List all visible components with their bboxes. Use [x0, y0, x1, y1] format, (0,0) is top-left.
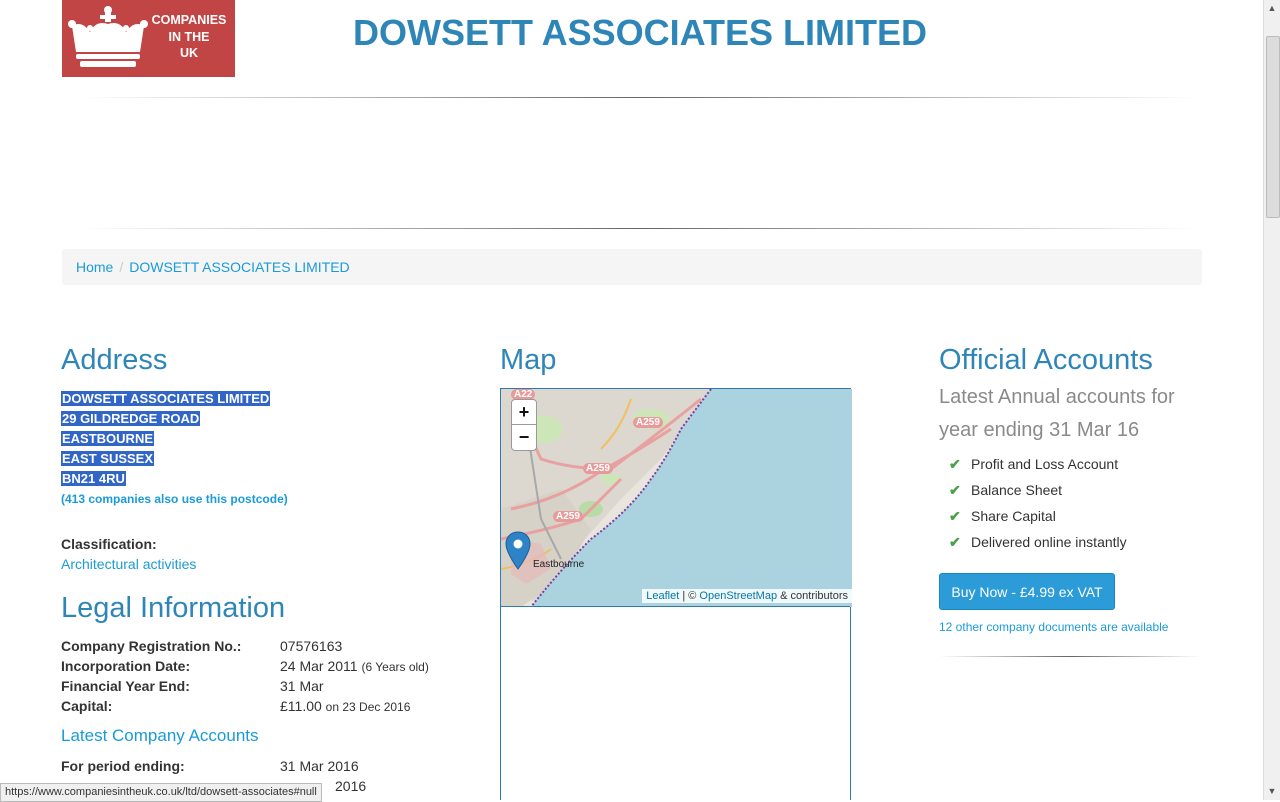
map-widget[interactable]: A22 A259 A259 A259 Eastbourne + − Leafle…: [500, 388, 852, 800]
road-label: A259: [633, 417, 663, 428]
address-line: 29 GILDREDGE ROAD: [61, 411, 201, 426]
map-canvas: [501, 389, 852, 607]
map-heading: Map: [500, 344, 557, 376]
accounts-subtitle: Latest Annual accounts for year ending 3…: [939, 381, 1199, 447]
map-tiles[interactable]: A22 A259 A259 A259 Eastbourne + − Leafle…: [501, 389, 852, 607]
list-item: ✔ Profit and Loss Account: [949, 451, 1127, 477]
legal-label: Company Registration No.:: [61, 638, 242, 654]
legal-row: For period ending: 31 Mar 2016: [61, 758, 481, 778]
attribution-separator: | ©: [679, 590, 700, 602]
road-label: A259: [553, 511, 583, 522]
place-label: Eastbourne: [533, 559, 585, 570]
list-item: ✔ Balance Sheet: [949, 477, 1127, 503]
period-label: For period ending:: [61, 758, 185, 774]
zoom-in-button[interactable]: +: [511, 399, 537, 425]
page-title: DOWSETT ASSOCIATES LIMITED: [353, 12, 927, 53]
legal-value-wrap: 24 Mar 2011 (6 Years old): [280, 658, 429, 674]
legal-value: 07576163: [280, 638, 343, 654]
address-block: DOWSETT ASSOCIATES LIMITED 29 GILDREDGE …: [61, 390, 271, 490]
other-documents-link[interactable]: 12 other company documents are available: [939, 620, 1168, 634]
filed-value: 2016: [335, 778, 367, 794]
attribution-text: & contributors: [777, 590, 848, 602]
features-list: ✔ Profit and Loss Account ✔ Balance Sheet …: [949, 451, 1127, 555]
openstreetmap-link[interactable]: OpenStreetMap: [699, 590, 777, 602]
legal-table: Company Registration No.: 07576163 Incor…: [61, 638, 481, 718]
legal-row: Company Registration No.: 07576163: [61, 638, 481, 658]
leaflet-link[interactable]: Leaflet: [646, 590, 679, 602]
road-label: A259: [583, 463, 613, 474]
address-line: EASTBOURNE: [61, 431, 155, 446]
feature-label: Share Capital: [971, 508, 1056, 524]
checkmark-icon: ✔: [949, 456, 961, 472]
map-divider: [501, 606, 850, 607]
checkmark-icon: ✔: [949, 508, 961, 524]
legal-row: Financial Year End: 31 Mar: [61, 678, 481, 698]
feature-label: Balance Sheet: [971, 482, 1063, 498]
breadcrumb-separator: /: [119, 259, 124, 275]
vertical-scrollbar[interactable]: ▲ ▼: [1263, 0, 1280, 800]
legal-note: (6 Years old): [361, 660, 429, 674]
scroll-up-arrow-icon[interactable]: ▲: [1264, 0, 1280, 16]
breadcrumb-current-link[interactable]: DOWSETT ASSOCIATES LIMITED: [129, 259, 349, 275]
address-line: BN21 4RU: [61, 471, 126, 486]
accounts-subtitle-line: Latest Annual accounts for: [939, 386, 1175, 408]
legal-value: £11.00: [280, 698, 322, 714]
legal-label: Financial Year End:: [61, 678, 190, 694]
logo-line: COMPANIES: [151, 13, 227, 27]
crown-icon: [68, 6, 148, 67]
legal-heading: Legal Information: [61, 592, 286, 624]
feature-label: Delivered online instantly: [971, 534, 1127, 550]
zoom-out-button[interactable]: −: [511, 425, 537, 451]
logo-text: COMPANIES IN THE UK: [146, 12, 232, 62]
list-item: ✔ Share Capital: [949, 503, 1127, 529]
accounts-heading: Official Accounts: [939, 344, 1153, 376]
address-heading: Address: [61, 344, 168, 376]
address-line: EAST SUSSEX: [61, 451, 155, 466]
site-logo[interactable]: COMPANIES IN THE UK: [62, 0, 235, 77]
address-line: DOWSETT ASSOCIATES LIMITED: [61, 391, 271, 406]
feature-label: Profit and Loss Account: [971, 456, 1119, 472]
legal-row: Capital: £11.00 on 23 Dec 2016: [61, 698, 481, 718]
legal-label: Incorporation Date:: [61, 658, 191, 674]
classification-link[interactable]: Architectural activities: [61, 556, 196, 572]
latest-accounts-link[interactable]: Latest Company Accounts: [61, 726, 259, 746]
list-item: ✔ Delivered online instantly: [949, 529, 1127, 555]
postcode-companies-link[interactable]: (413 companies also use this postcode): [61, 492, 288, 506]
scroll-thumb[interactable]: [1266, 36, 1280, 218]
buy-now-button[interactable]: Buy Now - £4.99 ex VAT: [939, 573, 1115, 610]
legal-value-wrap: £11.00 on 23 Dec 2016: [280, 698, 410, 714]
divider: [80, 97, 1200, 98]
legal-label: Capital:: [61, 698, 113, 714]
accounts-subtitle-line: year ending 31 Mar 16: [939, 419, 1140, 441]
breadcrumb-home-link[interactable]: Home: [76, 259, 113, 275]
map-attribution: Leaflet | © OpenStreetMap & contributors: [642, 589, 852, 603]
scroll-down-arrow-icon[interactable]: ▼: [1264, 783, 1280, 799]
divider: [80, 228, 1200, 229]
legal-value: 24 Mar 2011: [280, 658, 358, 674]
legal-row: Incorporation Date: 24 Mar 2011 (6 Years…: [61, 658, 481, 678]
checkmark-icon: ✔: [949, 534, 961, 550]
map-marker-icon[interactable]: [505, 531, 531, 571]
legal-value: 31 Mar: [280, 678, 324, 694]
logo-line: IN THE: [168, 29, 210, 44]
breadcrumb: Home / DOWSETT ASSOCIATES LIMITED: [62, 249, 1202, 285]
legal-note: on 23 Dec 2016: [325, 700, 411, 714]
logo-line: UK: [179, 46, 199, 60]
classification-label: Classification:: [61, 536, 157, 552]
checkmark-icon: ✔: [949, 482, 961, 498]
period-value: 31 Mar 2016: [280, 758, 359, 774]
divider: [939, 656, 1201, 657]
status-bar-url: https://www.companiesintheuk.co.uk/ltd/d…: [0, 783, 322, 802]
